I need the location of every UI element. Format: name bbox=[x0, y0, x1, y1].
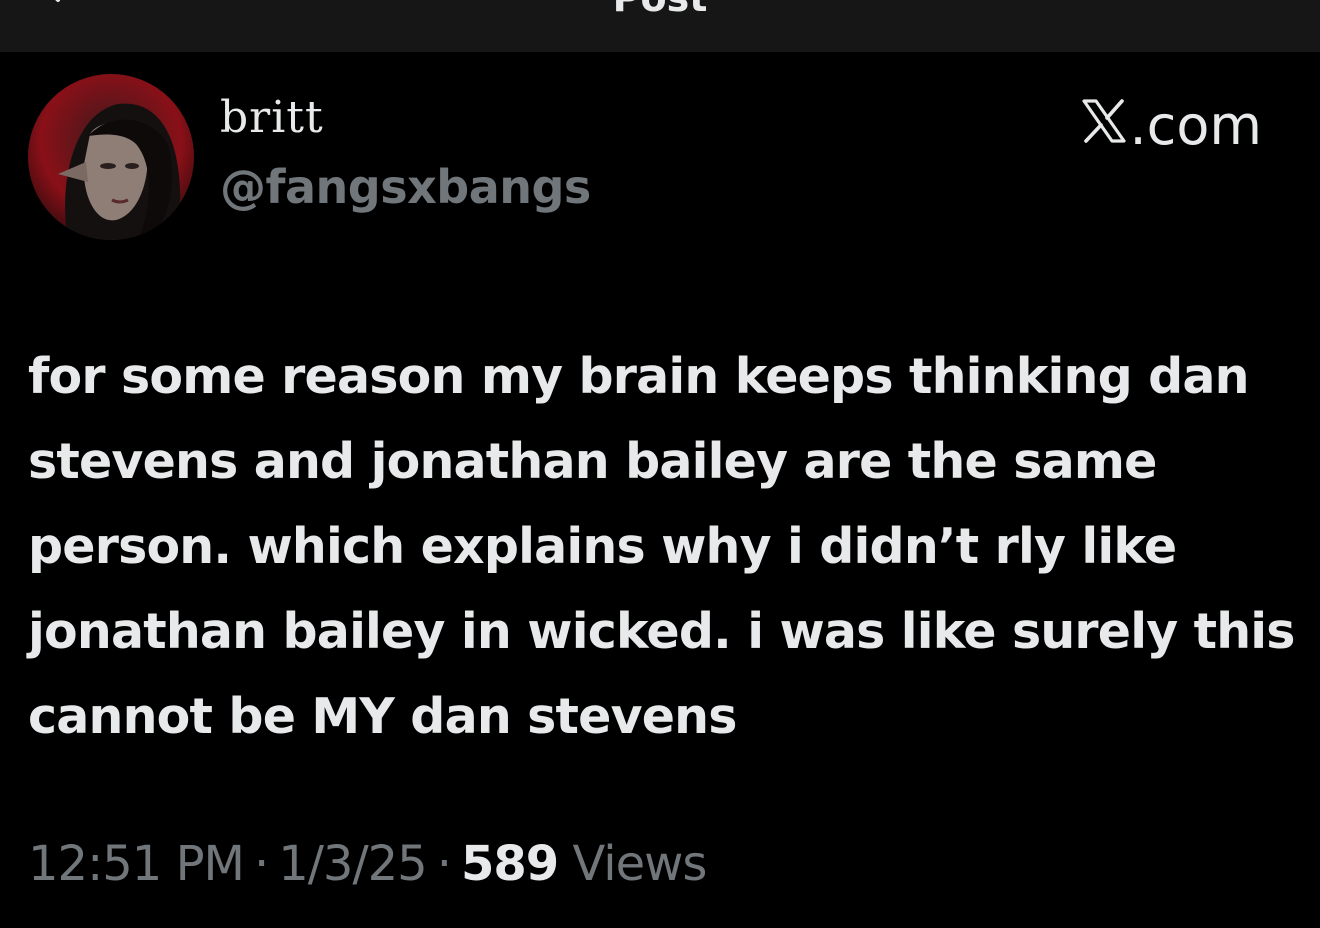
meta-separator: · bbox=[253, 836, 269, 892]
views-count: 589 bbox=[460, 836, 559, 892]
top-bar: Post bbox=[0, 0, 1320, 52]
post-text: for some reason my brain keeps thinking … bbox=[28, 348, 1295, 745]
post-date[interactable]: 1/3/25 bbox=[278, 836, 427, 892]
views-label: Views bbox=[572, 836, 707, 892]
post-meta: 12:51 PM · 1/3/25 · 589 Views bbox=[28, 836, 707, 892]
display-name[interactable]: britt bbox=[220, 92, 324, 143]
x-logo-icon bbox=[1081, 99, 1126, 143]
site-domain: .com bbox=[1129, 94, 1263, 157]
user-handle[interactable]: @fangsxbangs bbox=[220, 160, 591, 214]
post-time[interactable]: 12:51 PM bbox=[28, 836, 245, 892]
page-title: Post bbox=[0, 0, 1320, 20]
site-brand: .com bbox=[1080, 94, 1263, 157]
meta-separator: · bbox=[436, 836, 452, 892]
avatar[interactable] bbox=[28, 74, 194, 240]
